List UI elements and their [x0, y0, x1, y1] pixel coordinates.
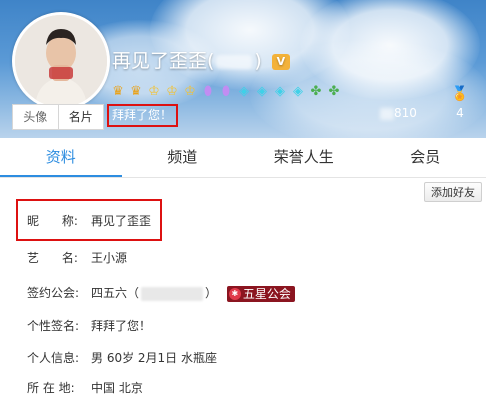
guild-icon: ✱ — [228, 288, 241, 300]
redacted-guild-id — [141, 286, 204, 301]
info-label: 艺 名: — [27, 251, 78, 265]
tab-profile[interactable]: 资料 — [0, 138, 122, 177]
info-label: 昵 称: — [27, 214, 78, 228]
badge-row: ♛ ♛ ♔ ♔ ♔ ⬮ ⬮ ◈ ◈ ◈ ◈ ✤ ✤ — [110, 84, 342, 100]
nickname-title: 再见了歪歪() V — [112, 46, 290, 73]
crown-icon[interactable]: ♛ — [110, 84, 126, 100]
info-row-signature: 个性签名: 拜拜了您！ — [0, 316, 486, 336]
guild-suffix: ） — [205, 286, 218, 300]
profile-tabs: 资料 频道 荣誉人生 会员 — [0, 138, 486, 178]
guild-rank-badge[interactable]: ✱ 五星公会 — [226, 285, 295, 302]
avatar-image — [15, 15, 107, 107]
info-value: 中国 北京 — [91, 381, 143, 395]
info-label: 个性签名: — [27, 319, 80, 333]
info-row-personal: 个人信息: 男 60岁 2月1日 水瓶座 — [0, 348, 486, 368]
gem-icon[interactable]: ⬮ — [200, 84, 216, 100]
info-row-nickname: 昵 称: 再见了歪歪 — [0, 211, 486, 231]
tab-channel[interactable]: 频道 — [122, 138, 244, 177]
signature-highlight: 拜拜了您！ — [107, 104, 178, 127]
fans-count-value: 810 — [394, 106, 417, 120]
vip-badge[interactable]: V — [271, 53, 290, 70]
info-value: 男 60岁 2月1日 水瓶座 — [91, 351, 217, 365]
gem-icon[interactable]: ⬮ — [218, 84, 234, 100]
avatar[interactable] — [12, 12, 110, 110]
avatar-tabs: 头像 名片 — [12, 104, 104, 130]
guild-rank-text: 五星公会 — [242, 286, 291, 301]
info-value: 四五六（ ） ✱ 五星公会 — [91, 283, 295, 303]
fans-count: 810 — [380, 106, 417, 120]
avatar-tab[interactable]: 头像 — [13, 105, 58, 129]
redacted-id — [216, 54, 253, 69]
nickname-suffix: ) — [254, 50, 262, 72]
diamond-icon[interactable]: ◈ — [254, 84, 270, 100]
tab-member[interactable]: 会员 — [365, 138, 486, 177]
medal-count-value: 4 — [456, 106, 464, 120]
info-value: 再见了歪歪 — [91, 214, 152, 228]
card-tab[interactable]: 名片 — [57, 105, 104, 129]
profile-header: 头像 名片 再见了歪歪() V ♛ ♛ ♔ ♔ ♔ ⬮ ⬮ ◈ ◈ ◈ ◈ ✤ … — [0, 0, 486, 138]
info-label: 所 在 地: — [27, 381, 75, 395]
leaf-icon[interactable]: ✤ — [308, 84, 324, 100]
info-value: 王小源 — [91, 251, 128, 265]
info-row-guild: 签约公会: 四五六（ ） ✱ 五星公会 — [0, 283, 486, 303]
guild-name[interactable]: 四五六（ — [91, 286, 139, 300]
diamond-icon[interactable]: ◈ — [236, 84, 252, 100]
crown-icon[interactable]: ♔ — [146, 84, 162, 100]
info-label: 签约公会: — [27, 286, 80, 300]
nickname-text: 再见了歪歪( — [112, 50, 215, 72]
crown-icon[interactable]: ♛ — [128, 84, 144, 100]
diamond-icon[interactable]: ◈ — [272, 84, 288, 100]
redacted-digits — [380, 107, 394, 120]
tab-honor[interactable]: 荣誉人生 — [243, 138, 365, 177]
info-row-art-name: 艺 名: 王小源 — [0, 248, 486, 268]
add-friend-button[interactable]: 添加好友 — [424, 182, 482, 202]
medal-icon: 🏅 — [451, 86, 469, 102]
info-row-location: 所 在 地: 中国 北京 — [0, 378, 486, 398]
diamond-icon[interactable]: ◈ — [290, 84, 306, 100]
crown-icon[interactable]: ♔ — [182, 84, 198, 100]
crown-icon[interactable]: ♔ — [164, 84, 180, 100]
info-label: 个人信息: — [27, 351, 80, 365]
leaf-icon[interactable]: ✤ — [326, 84, 342, 100]
info-value: 拜拜了您！ — [91, 319, 152, 333]
medal-count[interactable]: 🏅 4 — [446, 86, 474, 120]
